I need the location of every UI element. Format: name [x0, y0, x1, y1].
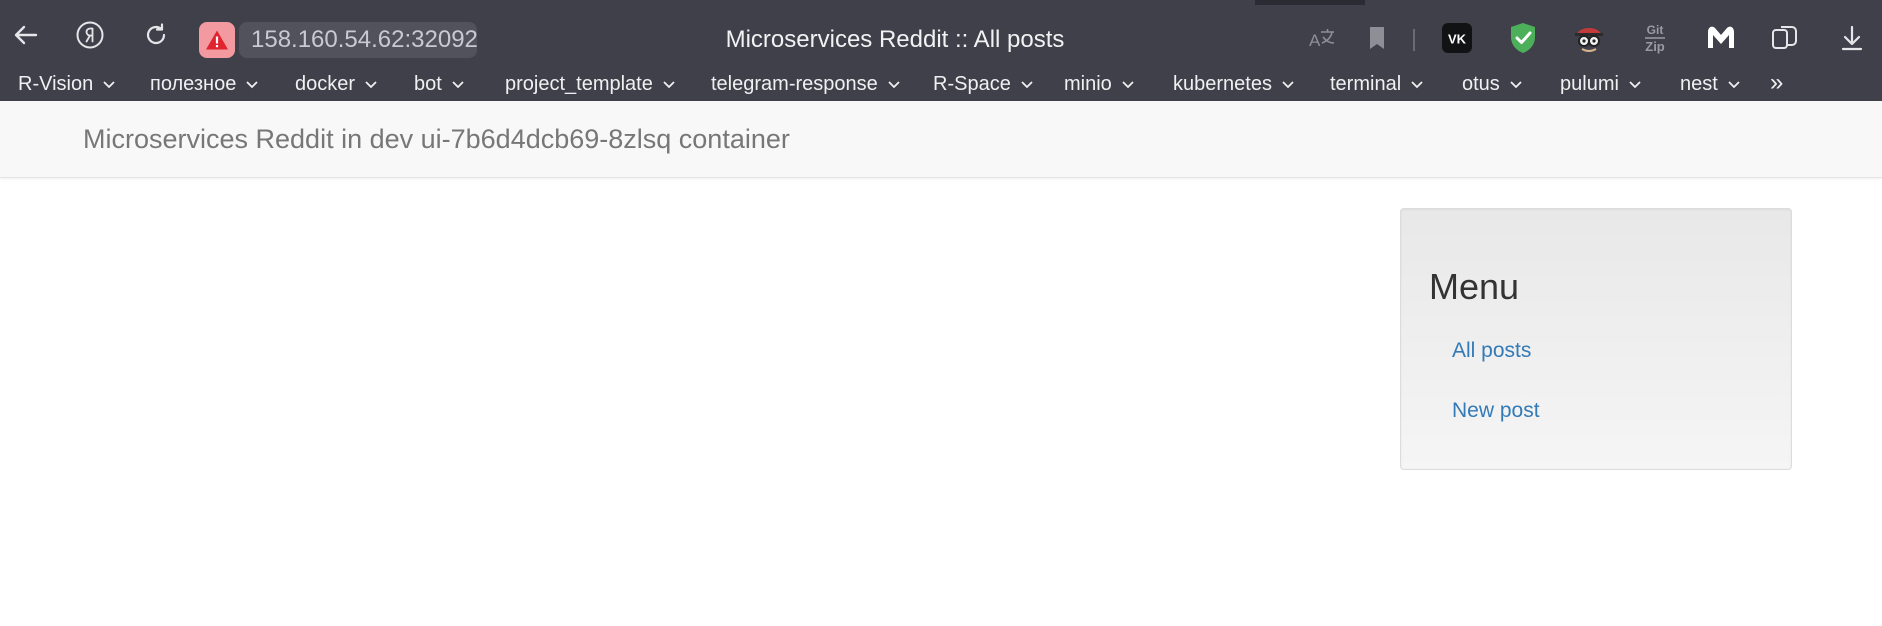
svg-text:Zip: Zip: [1645, 39, 1665, 54]
security-warning-button[interactable]: [199, 22, 235, 58]
bookmark-folder-kubernetes[interactable]: kubernetes: [1173, 67, 1294, 101]
warning-icon: [206, 30, 228, 50]
bookmark-folder-otus[interactable]: otus: [1462, 67, 1522, 101]
address-bar[interactable]: 158.160.54.62:32092: [239, 22, 478, 58]
yandex-button[interactable]: [72, 17, 108, 53]
chevron-down-icon: [103, 81, 115, 88]
svg-text:A: A: [1309, 31, 1321, 50]
chevron-down-icon: [663, 81, 675, 88]
page-title: Microservices Reddit :: All posts: [725, 26, 1065, 53]
chevron-down-icon: [365, 81, 377, 88]
chevron-down-icon: [452, 81, 464, 88]
browser-chrome: 158.160.54.62:32092 Microservices Reddit…: [0, 0, 1882, 101]
menu-heading: Menu: [1429, 266, 1520, 307]
translate-button[interactable]: A: [1303, 18, 1343, 58]
bookmark-folder-docker[interactable]: docker: [295, 67, 377, 101]
bookmark-folder-r-space[interactable]: R-Space: [933, 67, 1033, 101]
adguard-extension-button[interactable]: [1503, 18, 1543, 58]
gitzip-icon: Git Zip: [1645, 23, 1665, 54]
new-post-link[interactable]: New post: [1452, 398, 1540, 424]
vk-icon: VK: [1442, 23, 1472, 53]
chevron-down-icon: [1510, 81, 1522, 88]
svg-text:VK: VK: [1448, 32, 1467, 47]
bookmark-folder-bot[interactable]: bot: [414, 67, 464, 101]
translate-icon: A: [1309, 29, 1335, 50]
bookmark-folder-terminal[interactable]: terminal: [1330, 67, 1423, 101]
downloads-button[interactable]: [1832, 18, 1872, 58]
malwarebytes-m-icon: [1708, 26, 1734, 48]
chevron-down-icon: [1282, 81, 1294, 88]
all-posts-link[interactable]: All posts: [1452, 338, 1531, 364]
sidebar-menu: Menu All posts New post: [1400, 208, 1792, 470]
chevron-down-icon: [1021, 81, 1033, 88]
bookmark-icon: [1370, 27, 1384, 49]
bookmark-folder-pulumi[interactable]: pulumi: [1560, 67, 1641, 101]
bookmark-folder-project-template[interactable]: project_template: [505, 67, 675, 101]
bookmark-folder-nest[interactable]: nest: [1680, 67, 1740, 101]
svg-text:Git: Git: [1647, 23, 1664, 37]
chevron-down-icon: [1629, 81, 1641, 88]
bookmark-folder-r-vision[interactable]: R-Vision: [18, 67, 115, 101]
site-navbar: Microservices Reddit in dev ui-7b6d4dcb6…: [0, 101, 1882, 178]
bookmark-folder-telegram-response[interactable]: telegram-response: [711, 67, 900, 101]
more-bookmarks-button[interactable]: »: [1770, 67, 1783, 101]
spy-face-icon: [1575, 28, 1603, 52]
back-button[interactable]: [8, 17, 44, 53]
reload-button[interactable]: [138, 17, 174, 53]
extensions-button[interactable]: [1765, 18, 1805, 58]
toolbar-separator: [1413, 29, 1415, 51]
gitzip-extension-button[interactable]: Git Zip: [1635, 18, 1675, 58]
vk-extension-button[interactable]: VK: [1437, 18, 1477, 58]
reload-icon: [146, 23, 166, 45]
yandex-logo-icon: [76, 21, 104, 49]
chevron-down-icon: [1728, 81, 1740, 88]
bookmark-folder-minio[interactable]: minio: [1064, 67, 1134, 101]
puzzle-icon: [1772, 26, 1797, 49]
bookmark-button[interactable]: [1357, 18, 1397, 58]
site-brand[interactable]: Microservices Reddit in dev ui-7b6d4dcb6…: [83, 101, 790, 177]
chevron-down-icon: [888, 81, 900, 88]
chevron-down-icon: [1411, 81, 1423, 88]
chevron-down-icon: [1122, 81, 1134, 88]
bookmark-folder-poleznoe[interactable]: полезное: [150, 67, 258, 101]
shield-check-icon: [1511, 23, 1535, 53]
download-icon: [1841, 25, 1863, 51]
malwarebytes-extension-button[interactable]: [1701, 18, 1741, 58]
browser-toolbar: 158.160.54.62:32092 Microservices Reddit…: [0, 5, 1882, 67]
spy-extension-button[interactable]: [1569, 18, 1609, 58]
back-arrow-icon: [14, 25, 38, 45]
bookmarks-bar: R-Vision полезное docker bot project_tem…: [0, 67, 1882, 101]
chevron-down-icon: [246, 81, 258, 88]
